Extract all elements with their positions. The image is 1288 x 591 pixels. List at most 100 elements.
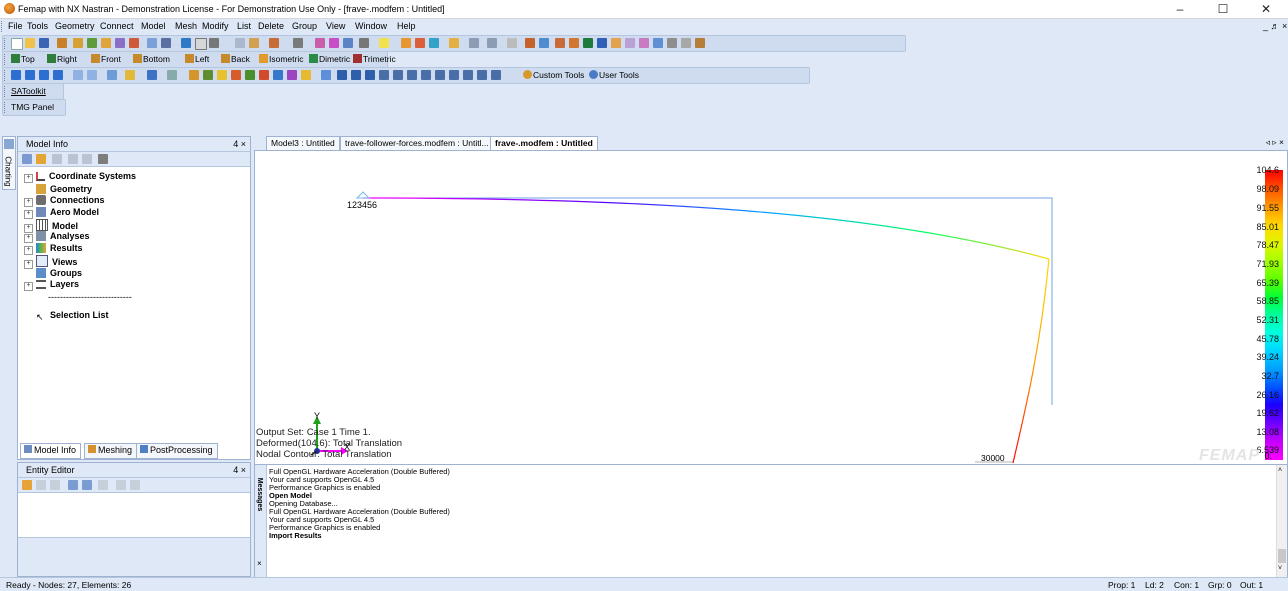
free-edges-icon[interactable] [217,70,227,80]
post-icon[interactable] [507,38,517,48]
maximize-button[interactable]: ☐ [1203,1,1243,17]
expand-icon[interactable]: + [24,246,33,255]
menu-file[interactable]: File [8,21,23,31]
tree-item-layers[interactable]: + Layers [24,279,79,291]
views-icon[interactable] [293,38,303,48]
tree-show-icon[interactable] [36,154,46,164]
messages-side-tab[interactable]: Messages × [255,465,267,577]
clip-icon[interactable] [379,70,389,80]
charts-icon[interactable] [625,38,635,48]
view-right-button[interactable]: Right [47,54,77,64]
quick-options-icon[interactable] [125,70,135,80]
render-icon[interactable] [463,70,473,80]
tree-item-selection-list[interactable]: ↖ Selection List [24,309,109,322]
satoolkit-button[interactable]: SAToolkit [11,86,46,96]
tab-postprocessing[interactable]: PostProcessing [136,443,218,459]
entity-select-icon[interactable] [22,480,32,490]
view-back-button[interactable]: Back [221,54,250,64]
redo-icon[interactable] [87,38,97,48]
menu-help[interactable]: Help [397,21,416,31]
tree-item-analyses[interactable]: + Analyses [24,231,90,243]
window-icon[interactable] [195,38,207,50]
select-icon[interactable] [315,38,325,48]
pick-icon[interactable] [329,38,339,48]
display-options-icon[interactable] [491,70,501,80]
print-icon[interactable] [681,38,691,48]
tree-item-geometry[interactable]: Geometry [24,183,92,194]
colors-icon[interactable] [107,70,117,80]
loads-display-icon[interactable] [245,70,255,80]
view-top-button[interactable]: Top [11,54,35,64]
menu-geometry[interactable]: Geometry [55,21,95,31]
constraints-display-icon[interactable] [259,70,269,80]
transparency-icon[interactable] [421,70,431,80]
load-icon[interactable] [269,38,279,48]
autoscale-icon[interactable] [161,38,171,48]
undo-icon[interactable] [73,38,83,48]
explode-icon[interactable] [407,70,417,80]
tree-item-results[interactable]: + Results [24,243,83,255]
menu-view[interactable]: View [326,21,345,31]
animate-icon[interactable] [569,38,579,48]
doc-tab-frave-active[interactable]: frave-.modfem : Untitled [490,136,598,150]
mesh-display-icon[interactable] [337,70,347,80]
user-tools-button[interactable]: User Tools [589,70,639,80]
entity-options-icon[interactable] [130,480,140,490]
copy-icon[interactable] [695,38,705,48]
doc-tab-trave-follower[interactable]: trave-follower-forces.modfem : Untitl... [340,136,494,151]
wireframe-icon[interactable] [25,70,35,80]
rotate-icon[interactable] [181,38,191,48]
messages-close-icon[interactable]: × [257,559,262,568]
entity-apply-icon[interactable] [116,480,126,490]
view-left-button[interactable]: Left [185,54,209,64]
tree-item-groups[interactable]: Groups [24,267,82,278]
scroll-down-icon[interactable]: ˅ [1278,565,1282,572]
view-select-icon[interactable] [147,38,157,48]
display-mode-icon[interactable] [11,70,21,80]
entity-clear-icon[interactable] [50,480,60,490]
tree-collapse-icon[interactable] [52,154,62,164]
scroll-up-icon[interactable]: ˄ [1278,467,1282,474]
menu-modify[interactable]: Modify [202,21,229,31]
nodes-icon[interactable] [487,38,497,48]
tree-table-icon[interactable] [82,154,92,164]
deform-icon[interactable] [539,38,549,48]
charting-side-tab[interactable]: Charting [2,136,16,190]
query-icon[interactable] [343,38,353,48]
options-icon[interactable] [597,38,607,48]
coords-display-icon[interactable] [273,70,283,80]
menu-connect[interactable]: Connect [100,21,134,31]
section-icon[interactable] [393,70,403,80]
legend-icon[interactable] [611,38,621,48]
tree-item-aero-model[interactable]: + Aero Model [24,207,99,219]
model-info-pin-close[interactable]: 4 × [233,139,246,149]
messages-scrollbar[interactable]: ˄ ˅ [1276,465,1287,577]
group-display-icon[interactable] [351,70,361,80]
graphics-viewport[interactable]: 123456 30000 Y X 104.6 98.09 91.55 85.01… [254,150,1288,466]
redraw-icon[interactable] [129,38,139,48]
open-icon[interactable] [25,38,35,48]
contour-icon[interactable] [555,38,565,48]
entity-categorized-icon[interactable] [68,480,78,490]
elements-icon[interactable] [469,38,479,48]
tab-model-info[interactable]: Model Info [20,443,82,459]
measure-icon[interactable] [359,38,369,48]
thickness-icon[interactable] [301,70,311,80]
scroll-thumb[interactable] [1278,549,1286,563]
tree-item-connections[interactable]: + Connections [24,195,105,207]
view-settings-icon[interactable] [477,70,487,80]
expand-icon[interactable]: + [24,198,33,207]
menu-model[interactable]: Model [141,21,166,31]
model-data-icon[interactable] [401,38,411,48]
view-bottom-button[interactable]: Bottom [133,54,170,64]
tmg-panel-button[interactable]: TMG Panel [11,102,54,112]
entity-sort-icon[interactable] [82,480,92,490]
expand-icon[interactable]: + [24,234,33,243]
analysis-icon[interactable] [525,38,535,48]
tree-filter-icon[interactable] [68,154,78,164]
entity-visibility-icon[interactable] [73,70,83,80]
mdi-controls[interactable]: _ ♬ × [1263,21,1287,31]
pan-icon[interactable] [583,38,593,48]
snap-icon[interactable] [379,38,389,48]
tab-meshing[interactable]: Meshing [84,443,138,459]
